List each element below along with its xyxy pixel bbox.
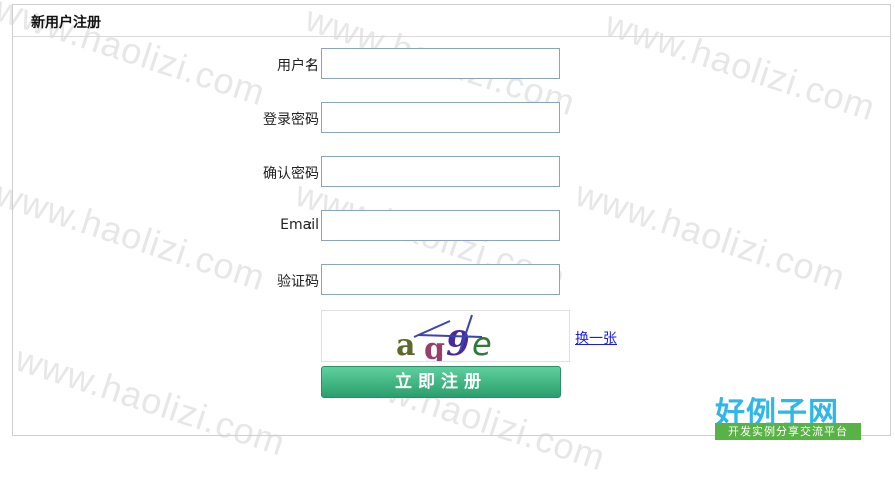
colon: : <box>308 163 313 179</box>
email-row: Email : <box>13 210 573 242</box>
colon: : <box>308 217 313 233</box>
captcha-image[interactable]: a g 9 e <box>321 310 570 362</box>
panel-title: 新用户注册 <box>31 15 101 31</box>
email-input[interactable] <box>321 210 560 241</box>
captcha-graphic: a g 9 e <box>396 314 492 361</box>
refresh-captcha-link[interactable]: 换一张 <box>575 328 617 348</box>
username-row: 用户名 : <box>13 48 573 80</box>
captcha-char: e <box>472 325 492 361</box>
register-button[interactable]: 立即注册 <box>321 366 561 398</box>
confirm-password-row: 确认密码 : <box>13 156 573 188</box>
captcha-row: 验证码 : <box>13 264 573 296</box>
site-logo: 好例子网 开发实例分享交流平台 <box>713 388 863 442</box>
colon: : <box>308 109 313 125</box>
password-row: 登录密码 : <box>13 102 573 134</box>
password-input[interactable] <box>321 102 560 133</box>
captcha-char: a <box>396 328 415 361</box>
colon: : <box>308 271 313 287</box>
register-panel: 新用户注册 用户名 : 登录密码 : 确认密码 : Email : 验证码 : … <box>12 4 891 436</box>
email-label: Email <box>280 217 319 233</box>
captcha-input[interactable] <box>321 264 560 295</box>
logo-subtitle: 开发实例分享交流平台 <box>715 423 861 440</box>
panel-header: 新用户注册 <box>13 5 890 37</box>
colon: : <box>308 55 313 71</box>
confirm-password-input[interactable] <box>321 156 560 187</box>
username-input[interactable] <box>321 48 560 79</box>
